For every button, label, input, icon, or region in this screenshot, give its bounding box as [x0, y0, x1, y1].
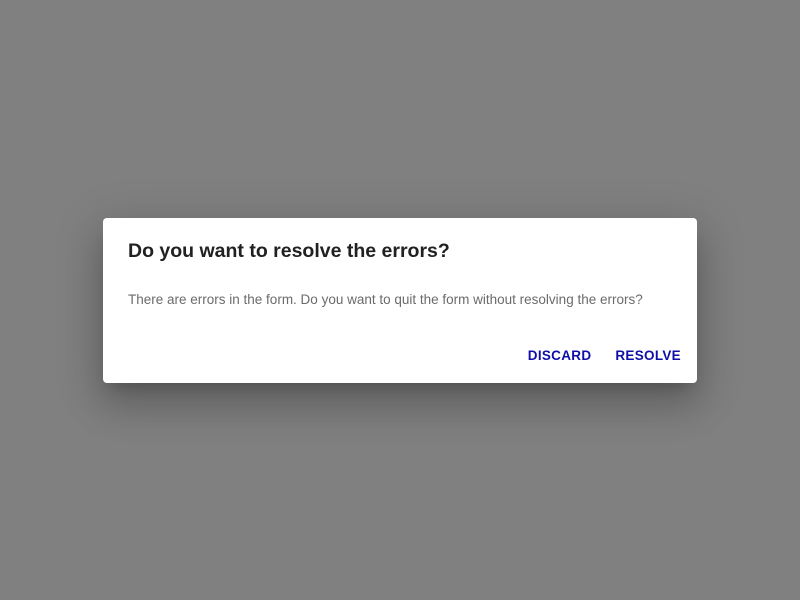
dialog-title: Do you want to resolve the errors? [128, 240, 450, 262]
discard-button[interactable]: DISCARD [520, 344, 600, 367]
confirm-dialog: Do you want to resolve the errors? There… [103, 218, 697, 383]
dialog-message: There are errors in the form. Do you wan… [128, 292, 643, 307]
dialog-actions: DISCARD RESOLVE [520, 344, 689, 367]
resolve-button[interactable]: RESOLVE [607, 344, 689, 367]
